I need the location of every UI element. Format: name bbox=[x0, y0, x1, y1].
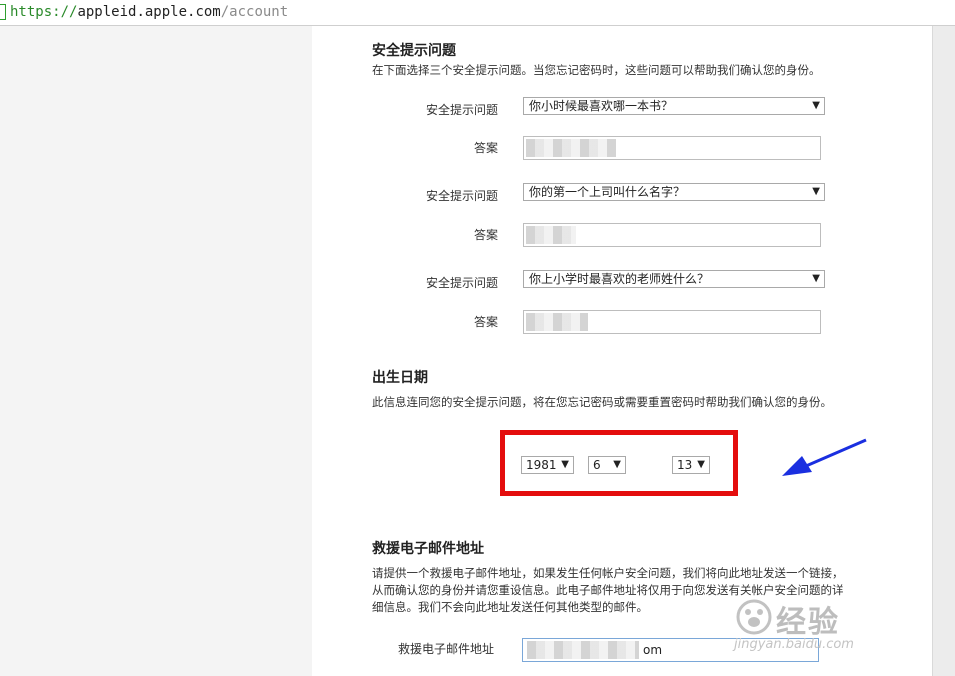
answer-label-1: 答案 bbox=[473, 141, 498, 155]
blurred-email bbox=[527, 641, 639, 659]
birth-year-value: 1981 bbox=[526, 458, 557, 472]
selected-question-1: 你小时候最喜欢哪一本书？ bbox=[529, 99, 674, 113]
security-question-select-3[interactable]: 你上小学时最喜欢的老师姓什么？ ▼ bbox=[523, 270, 825, 288]
dropdown-arrow-icon: ▼ bbox=[561, 459, 569, 470]
url-scheme: https:// bbox=[10, 4, 78, 20]
blurred-answer-3 bbox=[526, 313, 588, 331]
birthday-title: 出生日期 bbox=[372, 370, 428, 386]
dropdown-arrow-icon: ▼ bbox=[613, 459, 621, 470]
birth-day-value: 13 bbox=[677, 458, 693, 472]
dropdown-arrow-icon: ▼ bbox=[812, 100, 820, 111]
birth-day-select[interactable]: 13 ▼ bbox=[672, 456, 710, 474]
rescue-email-label: 救援电子邮件地址 bbox=[397, 642, 494, 656]
baidu-jingyan-watermark: 经验 jingyan.baidu.com bbox=[730, 593, 930, 673]
security-questions-title: 安全提示问题 bbox=[372, 43, 456, 59]
answer-label-2: 答案 bbox=[473, 228, 498, 242]
birth-month-value: 6 bbox=[593, 458, 601, 472]
question-label-2: 安全提示问题 bbox=[425, 189, 498, 203]
watermark-brand: 经验 bbox=[776, 605, 840, 640]
address-bar[interactable]: https://appleid.apple.com/account bbox=[0, 0, 955, 26]
rescue-email-title: 救援电子邮件地址 bbox=[372, 541, 484, 557]
blurred-answer-1 bbox=[526, 139, 616, 157]
answer-input-1[interactable] bbox=[523, 136, 821, 160]
url-host: appleid.apple.com bbox=[77, 4, 221, 20]
paw-logo-icon bbox=[736, 599, 772, 635]
selected-question-3: 你上小学时最喜欢的老师姓什么？ bbox=[529, 272, 710, 286]
security-question-select-1[interactable]: 你小时候最喜欢哪一本书？ ▼ bbox=[523, 97, 825, 115]
dropdown-arrow-icon: ▼ bbox=[812, 186, 820, 197]
account-form: 安全提示问题 在下面选择三个安全提示问题。当您忘记密码时，这些问题可以帮助我们确… bbox=[312, 26, 932, 676]
dropdown-arrow-icon: ▼ bbox=[812, 273, 820, 284]
rescue-email-visible-text: om bbox=[643, 643, 663, 657]
answer-input-3[interactable] bbox=[523, 310, 821, 334]
birth-year-select[interactable]: 1981 ▼ bbox=[521, 456, 574, 474]
answer-input-2[interactable] bbox=[523, 223, 821, 247]
blurred-answer-2 bbox=[526, 226, 576, 244]
annotation-arrow-icon bbox=[782, 438, 867, 476]
question-label-1: 安全提示问题 bbox=[425, 103, 498, 117]
security-questions-description: 在下面选择三个安全提示问题。当您忘记密码时，这些问题可以帮助我们确认您的身份。 bbox=[372, 63, 821, 77]
question-label-3: 安全提示问题 bbox=[425, 276, 498, 290]
answer-label-3: 答案 bbox=[473, 315, 498, 329]
vertical-scrollbar[interactable] bbox=[932, 26, 955, 676]
birth-month-select[interactable]: 6 ▼ bbox=[588, 456, 626, 474]
secure-lock-icon bbox=[0, 4, 6, 20]
watermark-url: jingyan.baidu.com bbox=[734, 637, 854, 652]
selected-question-2: 你的第一个上司叫什么名字？ bbox=[529, 185, 686, 199]
security-question-select-2[interactable]: 你的第一个上司叫什么名字？ ▼ bbox=[523, 183, 825, 201]
left-margin bbox=[0, 26, 313, 676]
url-path: /account bbox=[220, 4, 289, 20]
birthday-description: 此信息连同您的安全提示问题，将在您忘记密码或需要重置密码时帮助我们确认您的身份。 bbox=[372, 395, 832, 409]
url-text[interactable]: https://appleid.apple.com/account bbox=[10, 4, 288, 20]
dropdown-arrow-icon: ▼ bbox=[697, 459, 705, 470]
